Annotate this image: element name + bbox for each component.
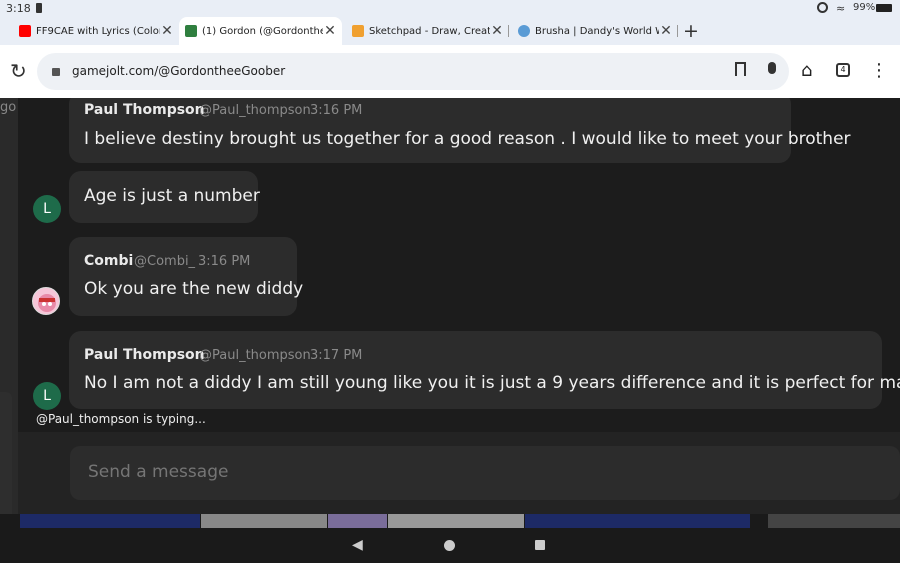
status-time: 3:18 <box>6 2 31 15</box>
wifi-icon: ≈ <box>836 2 846 15</box>
youtube-favicon-icon <box>19 25 31 37</box>
typing-indicator: @Paul_thompson is typing... <box>36 412 206 426</box>
url-text[interactable]: gamejolt.com/@GordontheeGoober <box>72 64 285 78</box>
bookmark-icon[interactable] <box>735 62 746 76</box>
tab-separator <box>508 25 509 37</box>
system-nav-bar: ◀ <box>0 528 900 563</box>
tab-sketchpad[interactable]: Sketchpad - Draw, Create, S ✕ <box>346 17 509 45</box>
message-username[interactable]: Paul Thompson <box>84 102 205 118</box>
close-tab-icon[interactable]: ✕ <box>160 23 174 39</box>
tab-switcher-button[interactable]: 4 <box>836 63 850 77</box>
message-time: 3:17 PM <box>310 348 363 363</box>
home-circle-icon[interactable] <box>444 540 455 551</box>
battery-percent: 99% <box>853 2 876 13</box>
message-handle[interactable]: @Paul_thompson <box>199 103 311 118</box>
message-time: 3:16 PM <box>198 254 251 269</box>
combi-avatar-image <box>38 294 56 312</box>
tab-separator <box>677 25 678 37</box>
background-strip <box>0 514 900 528</box>
tab-ff9cae[interactable]: FF9CAE with Lyrics (Color a ✕ <box>13 17 179 45</box>
tab-title: (1) Gordon (@GordontheeG <box>202 25 323 37</box>
background-image <box>388 514 524 528</box>
tab-gordon[interactable]: (1) Gordon (@GordontheeG ✕ <box>179 17 342 45</box>
close-tab-icon[interactable]: ✕ <box>323 23 337 39</box>
back-icon[interactable]: ◀ <box>352 537 363 553</box>
background-image <box>328 514 387 528</box>
wiki-favicon-icon <box>518 25 530 37</box>
background-image <box>201 514 327 528</box>
close-tab-icon[interactable]: ✕ <box>659 23 673 39</box>
message-time: 3:16 PM <box>310 103 363 118</box>
composer-area <box>18 432 900 514</box>
message-username[interactable]: Paul Thompson <box>84 347 205 363</box>
message-text: No I am not a diddy I am still young lik… <box>84 373 900 393</box>
message-handle[interactable]: @Paul_thompson <box>199 348 311 363</box>
side-panel-edge <box>0 392 12 520</box>
message-handle[interactable]: @Combi_ <box>134 254 195 269</box>
background-image <box>20 514 200 528</box>
user-avatar[interactable]: L <box>33 382 61 410</box>
tab-title: Brusha | Dandy's World Wiki <box>535 25 659 37</box>
tab-strip: FF9CAE with Lyrics (Color a ✕ (1) Gordon… <box>0 17 900 45</box>
home-icon[interactable]: ⌂ <box>801 60 812 81</box>
user-avatar[interactable]: L <box>33 195 61 223</box>
message-username[interactable]: Combi <box>84 253 133 269</box>
new-tab-button[interactable]: + <box>681 17 701 45</box>
site-info-icon[interactable] <box>52 68 60 76</box>
close-tab-icon[interactable]: ✕ <box>490 23 504 39</box>
tab-title: FF9CAE with Lyrics (Color a <box>36 25 160 37</box>
reload-icon[interactable]: ↻ <box>10 59 27 83</box>
message-bubble <box>69 331 882 409</box>
background-image <box>525 514 750 528</box>
tab-title: Sketchpad - Draw, Create, S <box>369 25 490 37</box>
status-bar: 3:18 ≈ 99% <box>0 0 900 17</box>
sketchpad-favicon-icon <box>352 25 364 37</box>
message-text: Age is just a number <box>84 186 260 206</box>
message-bubble <box>69 237 297 316</box>
message-text: I believe destiny brought us together fo… <box>84 129 851 149</box>
recents-icon[interactable] <box>535 540 545 550</box>
gamejolt-favicon-icon <box>185 25 197 37</box>
address-bar: ↻ gamejolt.com/@GordontheeGoober ⌂ 4 ⋮ <box>0 45 900 98</box>
message-input[interactable] <box>88 462 878 482</box>
tab-brusha[interactable]: Brusha | Dandy's World Wiki ✕ <box>512 17 678 45</box>
background-image <box>768 514 900 528</box>
microphone-icon[interactable] <box>768 62 776 74</box>
battery-icon <box>876 4 892 12</box>
alarm-icon <box>817 2 828 13</box>
edge-text: go <box>0 100 17 115</box>
message-text: Ok you are the new diddy <box>84 279 304 299</box>
combi-avatar[interactable] <box>32 287 60 315</box>
lock-icon <box>36 3 42 13</box>
message-input-box[interactable] <box>70 446 900 500</box>
overflow-menu-icon[interactable]: ⋮ <box>870 60 888 81</box>
